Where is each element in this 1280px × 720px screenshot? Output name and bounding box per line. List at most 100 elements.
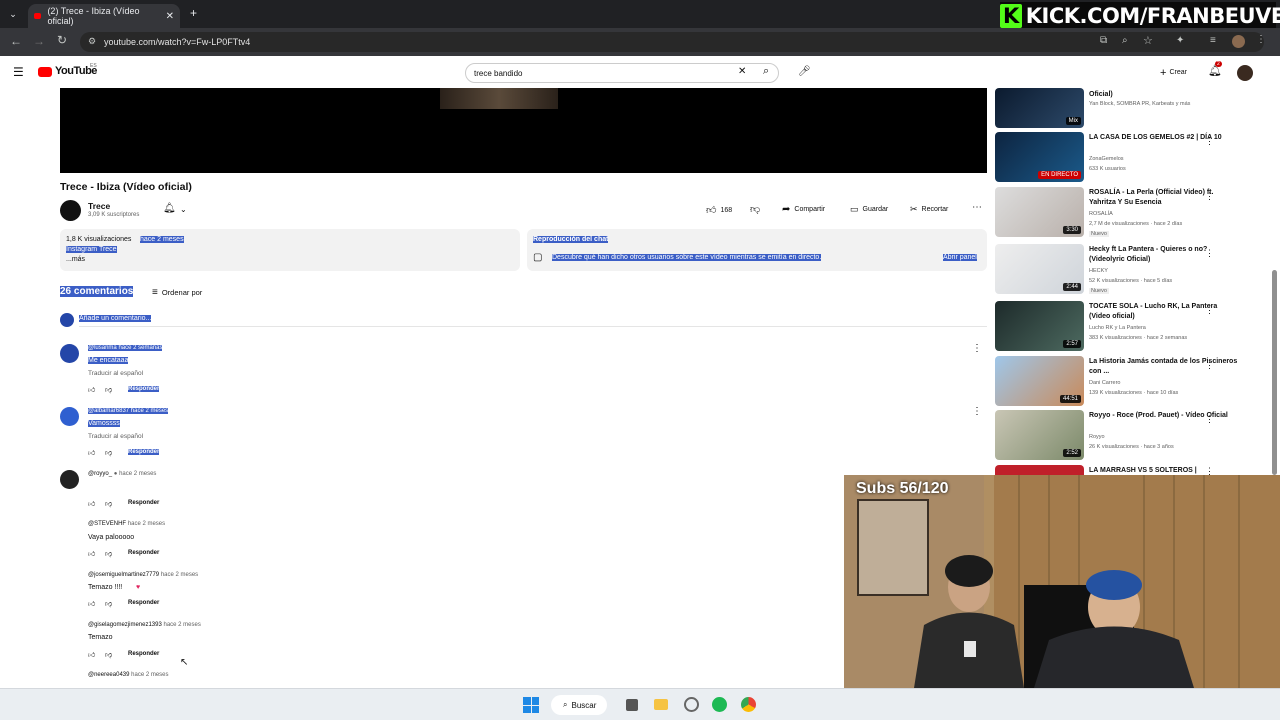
recommendation-thumbnail[interactable]: 44:51	[995, 356, 1084, 406]
subscribed-bell-icon[interactable]: 🔔︎	[163, 203, 176, 214]
profile-avatar[interactable]	[1232, 35, 1245, 48]
translate-link[interactable]: Traducir al español	[88, 433, 143, 440]
comment-menu-icon[interactable]: ⋮	[972, 343, 982, 354]
comment-author[interactable]: @lusanma hace 2 semanas	[88, 345, 163, 351]
browser-tab[interactable]: (2) Trece - Ibiza (Vídeo oficial) ✕	[28, 4, 180, 28]
reply-author[interactable]: @neereea0439 hace 2 meses	[88, 672, 169, 678]
windows-start-icon[interactable]	[523, 697, 539, 713]
reply-button[interactable]: Responder	[128, 600, 159, 606]
show-more-link[interactable]: ...más	[66, 256, 85, 263]
recommendation-item[interactable]: 2:44 Hecky ft La Pantera - Quieres o no?…	[995, 244, 1255, 296]
comment-avatar[interactable]	[60, 470, 79, 489]
comment-author[interactable]: @royyo_ ● hace 2 meses	[88, 471, 156, 477]
reload-icon[interactable]: ↻	[57, 33, 67, 47]
comment-menu-icon[interactable]: ⋮	[972, 406, 982, 417]
comment-avatar[interactable]	[60, 344, 79, 363]
recommendation-thumbnail[interactable]: 2:57	[995, 301, 1084, 351]
chrome-icon[interactable]	[741, 697, 756, 712]
recommendation-title[interactable]: LA MARRASH VS 5 SOLTEROS |	[1089, 466, 1239, 475]
like-comment-icon[interactable]: 👍︎	[88, 499, 95, 508]
close-tab-icon[interactable]: ✕	[166, 11, 174, 22]
task-view-icon[interactable]	[626, 699, 638, 711]
dislike-comment-icon[interactable]: 👎︎	[105, 499, 112, 508]
extensions-icon[interactable]: ✦	[1176, 35, 1184, 46]
recommendation-menu-icon[interactable]: ⋮	[1205, 360, 1214, 371]
like-comment-icon[interactable]: 👍︎	[88, 385, 95, 394]
reply-button[interactable]: Responder	[128, 449, 160, 455]
youtube-logo-icon[interactable]	[38, 67, 52, 77]
reply-button[interactable]: Responder	[128, 386, 160, 392]
file-explorer-icon[interactable]	[654, 699, 668, 710]
recommendation-item[interactable]: Mix Oficial) Yan Block, SOMBRA PR, Karbe…	[995, 78, 1255, 130]
reply-author[interactable]: @giselagomezjimenez1393 hace 2 meses	[88, 622, 201, 628]
recommendation-thumbnail[interactable]: EN DIRECTO	[995, 132, 1084, 182]
bookmark-star-icon[interactable]: ☆	[1143, 34, 1153, 47]
recommendation-menu-icon[interactable]: ⋮	[1205, 466, 1214, 475]
browser-menu-icon[interactable]: ⋮	[1256, 34, 1266, 45]
share-button[interactable]: ➦ Compartir	[782, 204, 825, 215]
reply-author[interactable]: @STEVENHF hace 2 meses	[88, 521, 165, 527]
hamburger-menu-icon[interactable]: ☰	[13, 65, 24, 79]
like-comment-icon[interactable]: 👍︎	[88, 448, 95, 457]
dislike-comment-icon[interactable]: 👎︎	[105, 549, 112, 558]
recommendation-item[interactable]: 3:30 ROSALÍA - La Perla (Official Video)…	[995, 187, 1255, 239]
recommendation-item[interactable]: 2:57 TOCATE SOLA - Lucho RK, La Pantera …	[995, 301, 1255, 353]
recommendation-item[interactable]: EN DIRECTO LA CASA DE LOS GEMELOS #2 | D…	[995, 132, 1255, 184]
recommendation-title[interactable]: ROSALÍA - La Perla (Official Video) ft. …	[1089, 188, 1239, 208]
recommendation-menu-icon[interactable]: ⋮	[1205, 414, 1214, 425]
voice-search-icon[interactable]: 🎤︎	[798, 66, 811, 77]
recommendation-thumbnail[interactable]: 3:30	[995, 187, 1084, 237]
sort-button[interactable]: ≡ Ordenar por	[152, 287, 202, 298]
open-panel-button[interactable]: Abrir panel	[943, 254, 977, 261]
zoom-icon[interactable]: ⌕	[1122, 35, 1128, 46]
recommendation-thumbnail[interactable]: 2:44	[995, 244, 1084, 294]
address-bar[interactable]: ⚙ youtube.com/watch?v=Fw-LP0FTtv4 ⧉ ⌕ ☆ …	[80, 32, 1266, 52]
install-icon[interactable]: ⧉	[1100, 35, 1107, 46]
description-box[interactable]: 1,8 K visualizaciones hace 2 meses Insta…	[60, 229, 520, 271]
taskbar-search-button[interactable]: ⌕ Buscar	[551, 695, 607, 715]
recommendation-thumbnail[interactable]: Mix	[995, 88, 1084, 128]
recommendation-menu-icon[interactable]: ⋮	[1205, 305, 1214, 316]
dislike-icon[interactable]: 👎︎	[750, 203, 760, 215]
like-comment-icon[interactable]: 👍︎	[88, 549, 95, 558]
reply-button[interactable]: Responder	[128, 550, 159, 556]
media-control-icon[interactable]: ≡	[1210, 35, 1216, 46]
recommendation-thumbnail[interactable]	[995, 465, 1084, 475]
search-icon[interactable]: ⌕	[763, 65, 769, 78]
recommendation-title[interactable]: Hecky ft La Pantera - Quieres o no? (Vid…	[1089, 245, 1239, 265]
dislike-comment-icon[interactable]: 👎︎	[105, 599, 112, 608]
like-button[interactable]: 👍︎ 168	[706, 204, 732, 216]
clear-search-icon[interactable]: ✕	[738, 66, 746, 77]
site-info-icon[interactable]: ⚙	[88, 36, 96, 47]
spotify-icon[interactable]	[712, 697, 727, 712]
dislike-comment-icon[interactable]: 👎︎	[105, 650, 112, 659]
dislike-comment-icon[interactable]: 👎︎	[105, 385, 112, 394]
back-icon[interactable]: ←	[10, 34, 22, 48]
recommendation-menu-icon[interactable]: ⋮	[1205, 191, 1214, 202]
tab-list-icon[interactable]: ⌄	[6, 7, 20, 21]
translate-link[interactable]: Traducir al español	[88, 370, 143, 377]
search-input[interactable]: trece bandido ✕ ⌕	[465, 63, 779, 83]
scrollbar-thumb[interactable]	[1272, 270, 1277, 475]
steam-icon[interactable]	[684, 697, 699, 712]
recommendation-item[interactable]: 44:51 La Historia Jamás contada de los P…	[995, 356, 1255, 408]
comment-author[interactable]: @albamar6837 hace 2 meses	[88, 408, 169, 414]
recommendation-title[interactable]: Oficial)	[1089, 90, 1239, 100]
new-tab-icon[interactable]: +	[190, 6, 197, 20]
channel-avatar[interactable]	[60, 200, 81, 221]
save-button[interactable]: ▭ Guardar	[850, 204, 888, 215]
reply-button[interactable]: Responder	[128, 500, 159, 506]
comment-avatar[interactable]	[60, 407, 79, 426]
recommendation-title[interactable]: TOCATE SOLA - Lucho RK, La Pantera (Vide…	[1089, 302, 1239, 322]
recommendation-menu-icon[interactable]: ⋮	[1205, 248, 1214, 259]
reply-button[interactable]: Responder	[128, 651, 159, 657]
recommendation-menu-icon[interactable]: ⋮	[1205, 136, 1214, 147]
channel-name[interactable]: Trece	[88, 201, 110, 211]
recommendation-item[interactable]: LA MARRASH VS 5 SOLTEROS | ⋮	[995, 465, 1255, 475]
like-comment-icon[interactable]: 👍︎	[88, 599, 95, 608]
like-comment-icon[interactable]: 👍︎	[88, 650, 95, 659]
forward-icon[interactable]: →	[33, 34, 45, 48]
reply-author[interactable]: @josemiguelmartinez7779 hace 2 meses	[88, 572, 198, 578]
dislike-comment-icon[interactable]: 👎︎	[105, 448, 112, 457]
recommendation-title[interactable]: LA CASA DE LOS GEMELOS #2 | DÍA 10	[1089, 133, 1239, 143]
